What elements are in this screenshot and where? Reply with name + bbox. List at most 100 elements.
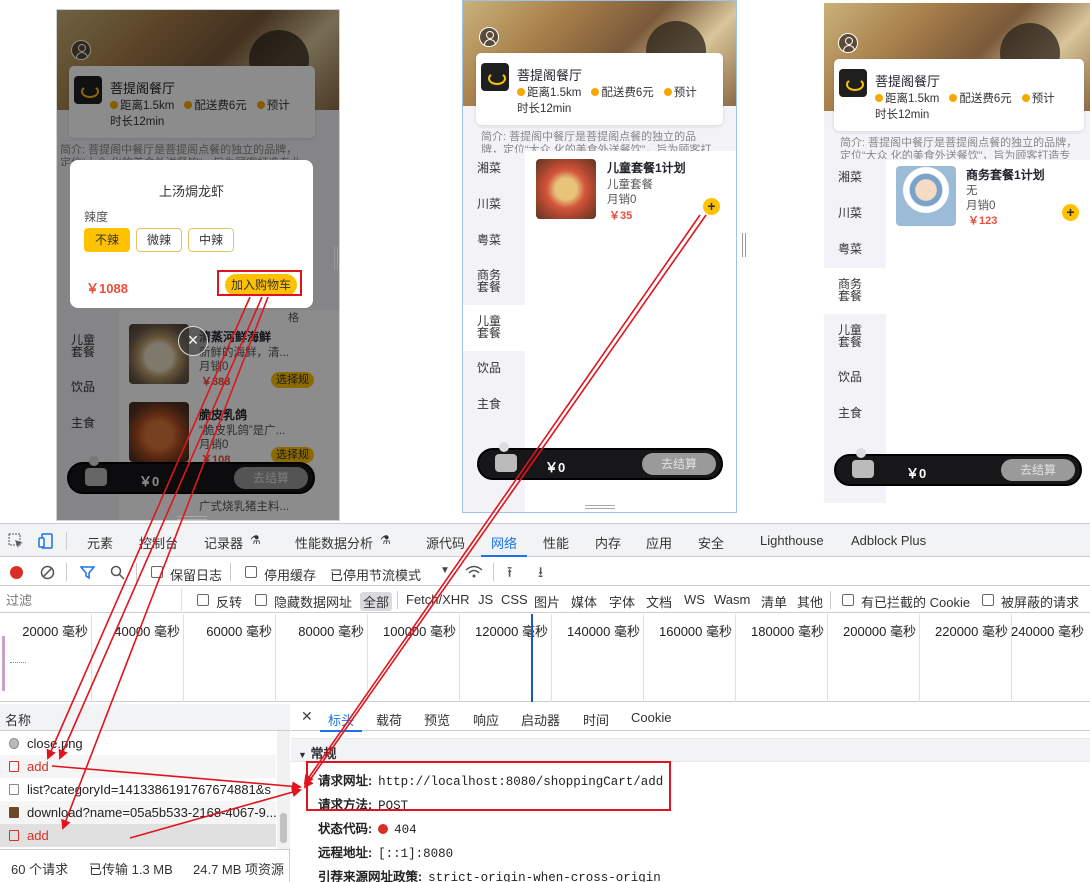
download-icon[interactable]: ⭳ bbox=[538, 562, 543, 587]
close-icon[interactable]: ✕ bbox=[301, 708, 313, 725]
type-filter-img[interactable]: 图片 bbox=[534, 592, 560, 611]
tab-timing[interactable]: 时间 bbox=[583, 710, 609, 729]
chevron-down-icon[interactable]: ▼ bbox=[440, 565, 450, 576]
search-icon[interactable] bbox=[110, 565, 125, 580]
shop-card: 菩提阁餐厅 距离1.5km 配送费6元 预计 时长12min bbox=[476, 53, 723, 125]
user-icon[interactable] bbox=[838, 33, 858, 53]
type-filter-css[interactable]: CSS bbox=[501, 592, 528, 607]
filter-input[interactable] bbox=[0, 589, 182, 611]
tab-application[interactable]: 应用 bbox=[646, 533, 672, 552]
category-list: 湘菜 川菜 粤菜 商务套餐 儿童套餐 饮品 主食 bbox=[463, 151, 525, 423]
tab-performance[interactable]: 性能 bbox=[543, 533, 569, 552]
category-item[interactable]: 粤菜 bbox=[463, 223, 525, 259]
category-item[interactable]: 儿童套餐 bbox=[824, 314, 872, 360]
add-item-button[interactable]: + bbox=[703, 198, 720, 215]
cart-bag-icon[interactable] bbox=[493, 440, 523, 478]
name-column-header[interactable]: 名称 bbox=[0, 704, 290, 731]
tab-preview[interactable]: 预览 bbox=[424, 710, 450, 729]
network-conditions-icon[interactable] bbox=[465, 564, 483, 580]
device-toggle-icon[interactable] bbox=[38, 533, 54, 549]
toolbar-separator bbox=[136, 563, 137, 581]
cart-bag-icon[interactable] bbox=[850, 446, 880, 484]
checkout-button[interactable]: 去结算 bbox=[1001, 459, 1075, 481]
preserve-log-checkbox[interactable] bbox=[151, 566, 163, 578]
resize-handle-vertical[interactable] bbox=[742, 233, 746, 257]
request-row[interactable]: add bbox=[0, 755, 276, 778]
blocked-requests-checkbox[interactable] bbox=[982, 594, 994, 606]
tab-sources[interactable]: 源代码 bbox=[426, 533, 465, 552]
tab-initiator[interactable]: 启动器 bbox=[521, 710, 560, 729]
timeline-tick: 140000 毫秒 bbox=[567, 614, 644, 702]
request-row[interactable]: add bbox=[0, 824, 276, 847]
status-code-row: 状态代码: 404 bbox=[318, 822, 417, 837]
type-filter-wasm[interactable]: Wasm bbox=[714, 592, 750, 607]
tab-cookies[interactable]: Cookie bbox=[631, 710, 671, 725]
resize-handle-vertical[interactable] bbox=[334, 246, 338, 270]
tab-memory[interactable]: 内存 bbox=[595, 533, 621, 552]
type-filter-ws[interactable]: WS bbox=[684, 592, 705, 607]
add-item-button[interactable]: + bbox=[1062, 204, 1079, 221]
category-item[interactable]: 饮品 bbox=[824, 360, 886, 396]
tab-headers[interactable]: 标头 bbox=[319, 710, 363, 732]
category-item[interactable]: 粤菜 bbox=[824, 232, 886, 268]
tab-console[interactable]: 控制台 bbox=[139, 533, 178, 552]
spice-option[interactable]: 微辣 bbox=[136, 228, 183, 252]
scrollbar[interactable] bbox=[277, 731, 290, 849]
timeline-tick: 180000 毫秒 bbox=[751, 614, 828, 702]
tab-payload[interactable]: 载荷 bbox=[376, 710, 402, 729]
category-item[interactable]: 商务套餐 bbox=[463, 259, 511, 305]
spice-option[interactable]: 不辣 bbox=[84, 228, 131, 252]
category-item[interactable]: 川菜 bbox=[463, 187, 525, 223]
request-row[interactable]: list?categoryId=1413386191767674881&s bbox=[0, 778, 276, 801]
tab-elements[interactable]: 元素 bbox=[87, 533, 113, 552]
tab-adblock[interactable]: Adblock Plus bbox=[851, 533, 926, 548]
resource-size: 24.7 MB 项资源 bbox=[193, 862, 285, 877]
add-to-cart-button[interactable]: 加入购物车 bbox=[224, 274, 297, 296]
hide-data-urls-checkbox[interactable] bbox=[255, 594, 267, 606]
type-filter-doc[interactable]: 文档 bbox=[646, 592, 672, 611]
type-filter-xhr[interactable]: Fetch/XHR bbox=[406, 592, 470, 607]
filter-icon[interactable] bbox=[80, 565, 95, 580]
general-section-header[interactable]: ▼ 常规 bbox=[291, 738, 1090, 762]
resize-handle[interactable] bbox=[177, 516, 207, 520]
tab-lighthouse[interactable]: Lighthouse bbox=[760, 533, 824, 548]
record-icon[interactable] bbox=[10, 566, 23, 579]
close-icon[interactable]: × bbox=[178, 326, 208, 356]
checkout-button[interactable]: 去结算 bbox=[642, 453, 716, 475]
category-item[interactable]: 商务套餐 bbox=[824, 268, 886, 314]
type-filter-other[interactable]: 其他 bbox=[797, 592, 823, 611]
invert-checkbox[interactable] bbox=[197, 594, 209, 606]
tab-security[interactable]: 安全 bbox=[698, 533, 724, 552]
category-item[interactable]: 主食 bbox=[463, 387, 525, 423]
throttle-select[interactable]: 已停用节流模式 bbox=[330, 565, 421, 584]
user-icon[interactable] bbox=[479, 27, 499, 47]
tab-response[interactable]: 响应 bbox=[473, 710, 499, 729]
tab-network[interactable]: 网络 bbox=[480, 533, 528, 557]
disable-cache-checkbox[interactable] bbox=[245, 566, 257, 578]
category-item[interactable]: 儿童套餐 bbox=[463, 305, 525, 351]
category-item[interactable]: 川菜 bbox=[824, 196, 886, 232]
blocked-cookies-checkbox[interactable] bbox=[842, 594, 854, 606]
upload-icon[interactable]: ⭱ bbox=[507, 562, 512, 587]
timeline-tick: 100000 毫秒 bbox=[383, 614, 460, 702]
resize-handle[interactable] bbox=[585, 505, 615, 509]
shop-desc: 简介: 菩提阁中餐厅是菩提阁点餐的独立的品牌，定位“大众 化的美食外送餐饮”，旨… bbox=[481, 127, 716, 153]
type-filter-media[interactable]: 媒体 bbox=[571, 592, 597, 611]
clear-icon[interactable] bbox=[40, 565, 55, 580]
category-item[interactable]: 湘菜 bbox=[463, 151, 525, 187]
type-filter-font[interactable]: 字体 bbox=[609, 592, 635, 611]
inspect-icon[interactable] bbox=[8, 533, 24, 549]
category-item[interactable]: 主食 bbox=[824, 396, 886, 432]
category-item[interactable]: 湘菜 bbox=[824, 160, 886, 196]
network-timeline[interactable]: 20000 毫秒 40000 毫秒 60000 毫秒 80000 毫秒 1000… bbox=[0, 614, 1090, 702]
request-row[interactable]: download?name=05a5b533-2168-4067-9... bbox=[0, 801, 276, 824]
type-filter-manifest[interactable]: 清单 bbox=[761, 592, 787, 611]
spice-option[interactable]: 中辣 bbox=[188, 228, 235, 252]
category-item[interactable]: 饮品 bbox=[463, 351, 525, 387]
request-row[interactable]: close.png bbox=[0, 732, 276, 755]
shop-eta: 时长12min bbox=[875, 109, 930, 121]
type-filter-all[interactable]: 全部 bbox=[360, 592, 393, 611]
tab-recorder[interactable]: 记录器 bbox=[204, 533, 243, 552]
type-filter-js[interactable]: JS bbox=[478, 592, 493, 607]
tab-performance-insights[interactable]: 性能数据分析 bbox=[295, 533, 373, 552]
